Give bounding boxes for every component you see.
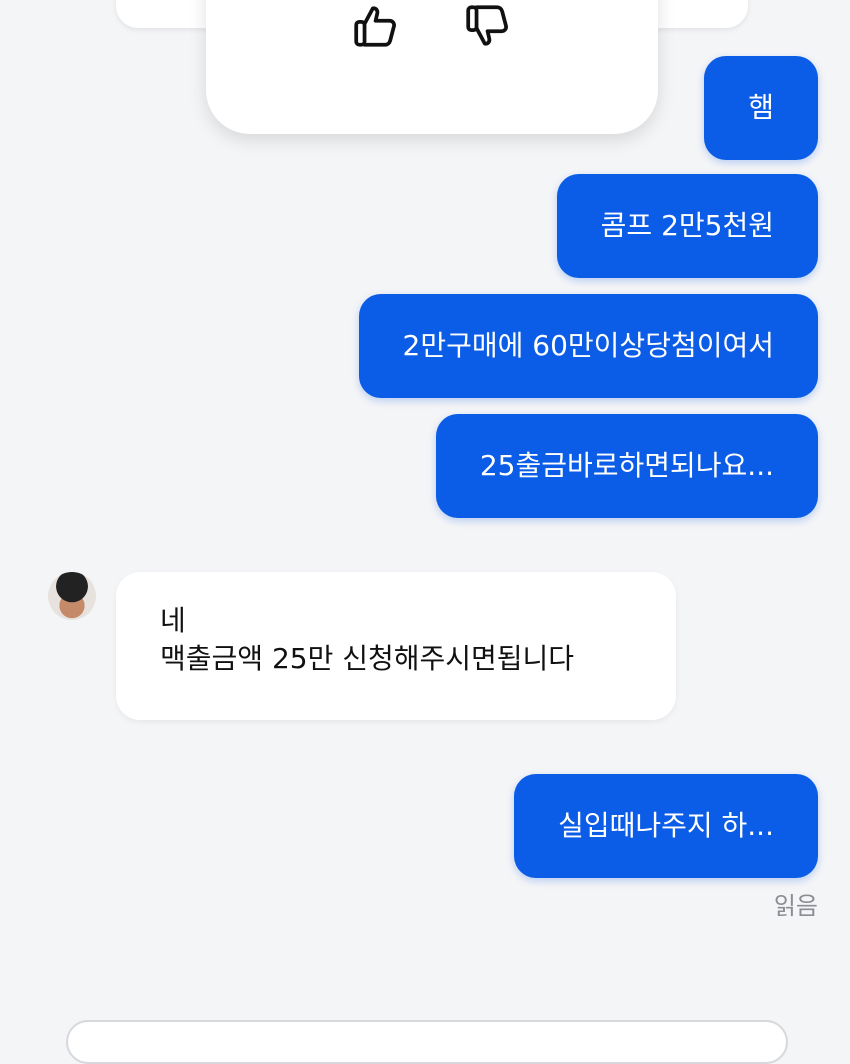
message-text: 콤프 2만5천원 [600,209,774,242]
feedback-card [206,0,658,134]
read-status: 읽음 [773,892,818,920]
thumbs-up-icon [351,1,401,55]
message-line: 네 [160,604,186,637]
outgoing-message[interactable]: 25출금바로하면되나요... [435,414,818,518]
outgoing-message[interactable]: 콤프 2만5천원 [556,174,818,278]
outgoing-message[interactable]: 햄 [704,56,818,160]
message-line: 맥출금액 25만 신청해주시면됩니다 [160,642,575,675]
thumbs-down-icon [463,1,513,55]
message-text: 실입때나주지 하... [558,809,774,842]
thumbs-up-button[interactable] [348,0,404,56]
incoming-message[interactable]: 네 맥출금액 25만 신청해주시면됩니다 [116,572,676,720]
message-input[interactable] [66,1020,788,1064]
message-text: 햄 [748,91,774,124]
avatar[interactable] [48,572,96,620]
outgoing-message[interactable]: 2만구매에 60만이상당첨이여서 [358,294,818,398]
outgoing-message[interactable]: 실입때나주지 하... [514,774,818,878]
thumbs-down-button[interactable] [460,0,516,56]
message-text: 2만구매에 60만이상당첨이여서 [402,329,774,362]
message-text: 25출금바로하면되나요... [479,449,774,482]
